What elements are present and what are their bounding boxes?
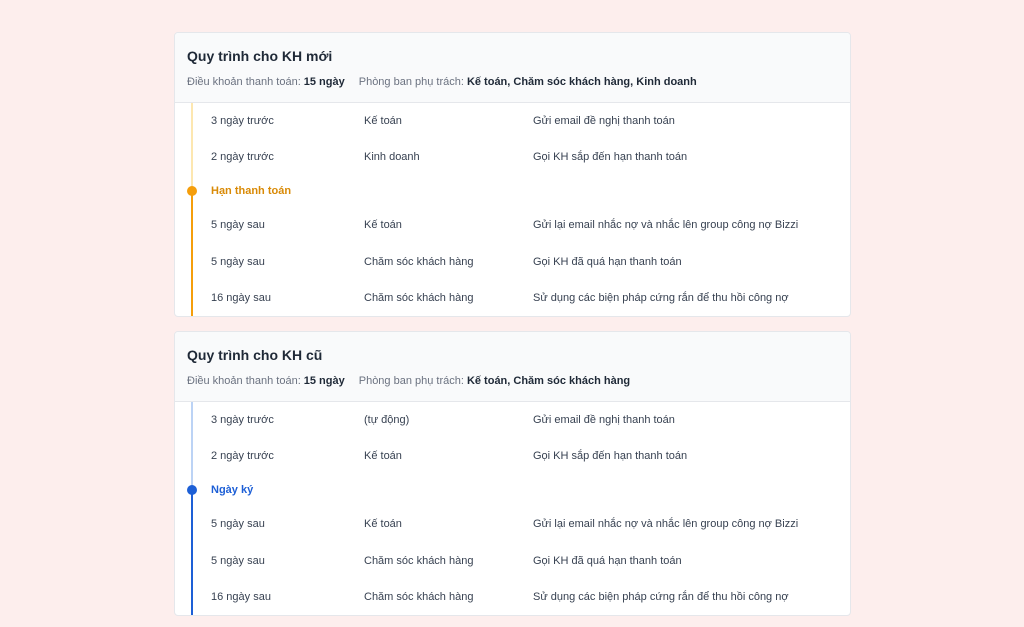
timeline-row: 2 ngày trước Kế toán Gọi KH sắp đến hạn …: [175, 446, 850, 466]
row-department: Chăm sóc khách hàng: [364, 591, 474, 603]
payment-terms-value: 15 ngày: [303, 76, 345, 88]
row-action: Sử dụng các biện pháp cứng rắn để thu hồ…: [533, 292, 789, 304]
row-time: 5 ngày sau: [211, 555, 265, 567]
timeline-row: 3 ngày trước Kế toán Gửi email đề nghị t…: [175, 111, 850, 131]
process-card-old-customer: Quy trình cho KH cũ Điều khoản thanh toá…: [174, 331, 851, 616]
row-time: 3 ngày trước: [211, 414, 274, 426]
card-meta: Điều khoản thanh toán: 15 ngày Phòng ban p…: [187, 75, 838, 89]
milestone-sign-date: Ngày ký: [175, 480, 850, 500]
row-department: (tự động): [364, 414, 410, 426]
card-title: Quy trình cho KH cũ: [187, 347, 323, 363]
row-time: 16 ngày sau: [211, 591, 271, 603]
timeline-row: 16 ngày sau Chăm sóc khách hàng Sử dụng …: [175, 288, 850, 308]
milestone-label: Ngày ký: [211, 484, 254, 496]
row-department: Kế toán: [364, 518, 402, 530]
row-time: 16 ngày sau: [211, 292, 271, 304]
timeline-row: 5 ngày sau Kế toán Gửi lại email nhắc nợ…: [175, 514, 850, 534]
row-action: Sử dụng các biện pháp cứng rắn để thu hồ…: [533, 591, 789, 603]
row-department: Kinh doanh: [364, 151, 420, 163]
row-department: Chăm sóc khách hàng: [364, 555, 474, 567]
row-action: Gửi lại email nhắc nợ và nhắc lên group …: [533, 219, 799, 231]
timeline-row: 16 ngày sau Chăm sóc khách hàng Sử dụng …: [175, 587, 850, 607]
milestone-dot-icon: [187, 186, 197, 196]
page-background: Quy trình cho KH mới Điều khoản thanh to…: [0, 0, 1024, 627]
row-time: 3 ngày trước: [211, 115, 274, 127]
payment-terms-value: 15 ngày: [303, 375, 345, 387]
milestone-label: Hạn thanh toán: [211, 185, 292, 197]
card-meta: Điều khoản thanh toán: 15 ngày Phòng ban p…: [187, 374, 838, 388]
row-department: Kế toán: [364, 450, 402, 462]
row-department: Chăm sóc khách hàng: [364, 256, 474, 268]
row-department: Chăm sóc khách hàng: [364, 292, 474, 304]
timeline-row: 5 ngày sau Kế toán Gửi lại email nhắc nợ…: [175, 215, 850, 235]
timeline-row: 5 ngày sau Chăm sóc khách hàng Gọi KH đã…: [175, 551, 850, 571]
timeline: 3 ngày trước Kế toán Gửi email đề nghị t…: [175, 103, 850, 316]
department-value: Kế toán, Chăm sóc khách hàng: [466, 375, 631, 387]
department-label: Phòng ban phụ trách:: [358, 76, 464, 88]
row-time: 5 ngày sau: [211, 518, 265, 530]
timeline-row: 3 ngày trước (tự động) Gửi email đề nghị…: [175, 410, 850, 430]
milestone-dot-icon: [187, 485, 197, 495]
timeline-row: 2 ngày trước Kinh doanh Gọi KH sắp đến h…: [175, 147, 850, 167]
payment-terms-label: Điều khoản thanh toán:: [187, 375, 301, 387]
row-action: Gửi email đề nghị thanh toán: [533, 115, 675, 127]
milestone-due-date: Hạn thanh toán: [175, 181, 850, 201]
card-title: Quy trình cho KH mới: [187, 48, 333, 64]
row-time: 5 ngày sau: [211, 219, 265, 231]
department-value: Kế toán, Chăm sóc khách hàng, Kinh doanh: [466, 76, 697, 88]
row-action: Gọi KH đã quá hạn thanh toán: [533, 256, 682, 268]
row-action: Gọi KH sắp đến hạn thanh toán: [533, 450, 688, 462]
row-action: Gửi lại email nhắc nợ và nhắc lên group …: [533, 518, 799, 530]
timeline-row: 5 ngày sau Chăm sóc khách hàng Gọi KH đã…: [175, 252, 850, 272]
row-time: 2 ngày trước: [211, 151, 274, 163]
row-action: Gọi KH sắp đến hạn thanh toán: [533, 151, 688, 163]
row-time: 2 ngày trước: [211, 450, 274, 462]
department-label: Phòng ban phụ trách:: [358, 375, 464, 387]
row-department: Kế toán: [364, 115, 402, 127]
timeline: 3 ngày trước (tự động) Gửi email đề nghị…: [175, 402, 850, 615]
process-card-new-customer: Quy trình cho KH mới Điều khoản thanh to…: [174, 32, 851, 317]
card-header: Quy trình cho KH mới Điều khoản thanh to…: [175, 33, 850, 103]
payment-terms-label: Điều khoản thanh toán:: [187, 76, 301, 88]
card-header: Quy trình cho KH cũ Điều khoản thanh toá…: [175, 332, 850, 402]
row-time: 5 ngày sau: [211, 256, 265, 268]
row-action: Gửi email đề nghị thanh toán: [533, 414, 675, 426]
row-action: Gọi KH đã quá hạn thanh toán: [533, 555, 682, 567]
row-department: Kế toán: [364, 219, 402, 231]
